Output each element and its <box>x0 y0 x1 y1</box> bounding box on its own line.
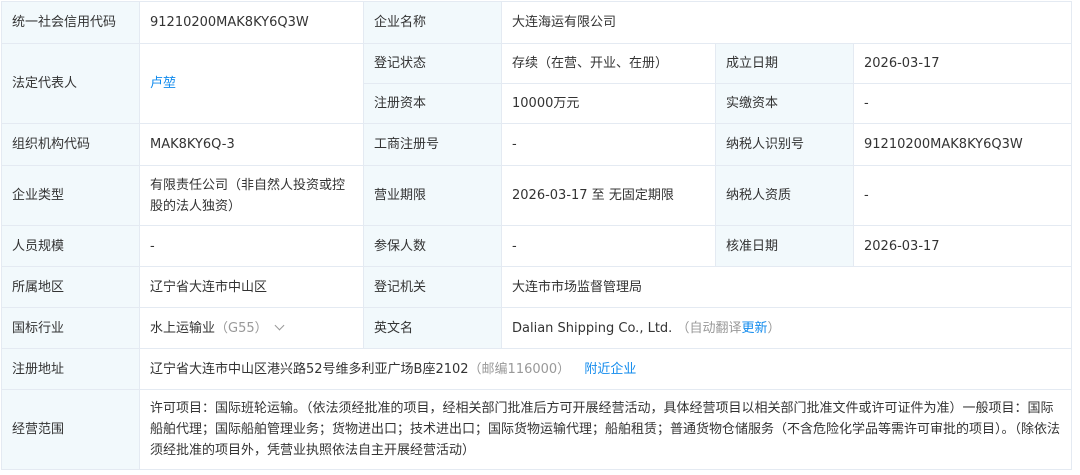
industry-label: 国标行业 <box>1 307 140 349</box>
industry-cell[interactable]: 水上运输业（G55） <box>139 307 364 349</box>
legal-rep-cell: 卢堃 <box>139 43 364 124</box>
industry-value: 水上运输业 <box>150 320 216 336</box>
english-name-label: 英文名 <box>363 307 502 349</box>
reg-status-value: 存续（在营、开业、在册） <box>501 43 716 84</box>
credit-code-value[interactable]: 91210200MAK8KY6Q3W <box>139 1 364 44</box>
biz-term-value: 2026-03-17 至 无固定期限 <box>501 165 716 226</box>
region-label: 所属地区 <box>1 266 140 308</box>
english-name-value: Dalian Shipping Co., Ltd. <box>512 320 673 336</box>
address-cell: 辽宁省大连市中山区港兴路52号维多利亚广场B座2102（邮编116000） 附近… <box>139 348 1072 390</box>
nearby-companies-link[interactable]: 附近企业 <box>584 362 636 377</box>
table-row: 组织机构代码 MAK8KY6Q-3 工商注册号 - 纳税人识别号 9121020… <box>1 123 1072 166</box>
update-translation-link[interactable]: 更新 <box>741 321 767 336</box>
staff-size-label: 人员规模 <box>1 225 140 267</box>
taxpayer-qual-label: 纳税人资质 <box>715 165 854 226</box>
table-row: 统一社会信用代码 91210200MAK8KY6Q3W 企业名称 大连海运有限公… <box>1 1 1072 44</box>
scope-value: 许可项目：国际班轮运输。（依法须经批准的项目，经相关部门批准后方可开展经营活动，… <box>139 389 1072 470</box>
legal-rep-link[interactable]: 卢堃 <box>150 76 176 91</box>
auto-translate-note: （自动翻译 <box>676 320 742 336</box>
taxpayer-id-value[interactable]: 91210200MAK8KY6Q3W <box>853 123 1072 166</box>
paid-capital-value: - <box>853 83 1072 124</box>
taxpayer-id-label: 纳税人识别号 <box>715 123 854 166</box>
insured-value: - <box>501 225 716 267</box>
table-row: 人员规模 - 参保人数 - 核准日期 2026-03-17 <box>1 225 1072 267</box>
founded-date-value: 2026-03-17 <box>853 43 1072 84</box>
scope-label: 经营范围 <box>1 389 140 470</box>
biz-term-label: 营业期限 <box>363 165 502 226</box>
business-registration-table: 统一社会信用代码 91210200MAK8KY6Q3W 企业名称 大连海运有限公… <box>1 1 1072 470</box>
approved-date-value: 2026-03-17 <box>853 225 1072 267</box>
table-row: 法定代表人 卢堃 登记状态 存续（在营、开业、在册） 成立日期 2026-03-… <box>1 43 1072 124</box>
table-row: 注册地址 辽宁省大连市中山区港兴路52号维多利亚广场B座2102（邮编11600… <box>1 348 1072 390</box>
paid-capital-label: 实缴资本 <box>715 83 854 124</box>
credit-code-label: 统一社会信用代码 <box>1 1 140 44</box>
org-code-label: 组织机构代码 <box>1 123 140 166</box>
table-row: 企业类型 有限责任公司（非自然人投资或控股的法人独资） 营业期限 2026-03… <box>1 165 1072 226</box>
biz-reg-no-label: 工商注册号 <box>363 123 502 166</box>
founded-date-label: 成立日期 <box>715 43 854 84</box>
industry-code: （G55） <box>215 320 268 336</box>
reg-capital-label: 注册资本 <box>363 83 502 124</box>
company-name-value[interactable]: 大连海运有限公司 <box>501 1 1072 44</box>
taxpayer-qual-value: - <box>853 165 1072 226</box>
biz-reg-no-value: - <box>501 123 716 166</box>
address-label: 注册地址 <box>1 348 140 390</box>
reg-status-label: 登记状态 <box>363 43 502 84</box>
postcode: （邮编116000） <box>468 361 571 377</box>
region-value: 辽宁省大连市中山区 <box>139 266 364 308</box>
reg-authority-label: 登记机关 <box>363 266 502 308</box>
company-type-label: 企业类型 <box>1 165 140 226</box>
chevron-down-icon[interactable] <box>274 320 285 330</box>
table-row: 国标行业 水上运输业（G55） 英文名 Dalian Shipping Co.,… <box>1 307 1072 349</box>
org-code-value[interactable]: MAK8KY6Q-3 <box>139 123 364 166</box>
english-name-cell: Dalian Shipping Co., Ltd. （自动翻译更新） <box>501 307 1072 349</box>
company-info-panel: 统一社会信用代码 91210200MAK8KY6Q3W 企业名称 大连海运有限公… <box>1 1 1079 473</box>
insured-label: 参保人数 <box>363 225 502 267</box>
auto-translate-note-close: ） <box>767 320 781 336</box>
legal-rep-label: 法定代表人 <box>1 43 140 124</box>
company-name-label: 企业名称 <box>363 1 502 44</box>
address-value[interactable]: 辽宁省大连市中山区港兴路52号维多利亚广场B座2102 <box>150 362 469 377</box>
reg-authority-value: 大连市市场监督管理局 <box>501 266 1072 308</box>
company-type-value: 有限责任公司（非自然人投资或控股的法人独资） <box>139 165 364 226</box>
table-row: 经营范围 许可项目：国际班轮运输。（依法须经批准的项目，经相关部门批准后方可开展… <box>1 389 1072 470</box>
approved-date-label: 核准日期 <box>715 225 854 267</box>
table-row: 所属地区 辽宁省大连市中山区 登记机关 大连市市场监督管理局 <box>1 266 1072 308</box>
reg-capital-value: 10000万元 <box>501 83 716 124</box>
staff-size-value: - <box>139 225 364 267</box>
